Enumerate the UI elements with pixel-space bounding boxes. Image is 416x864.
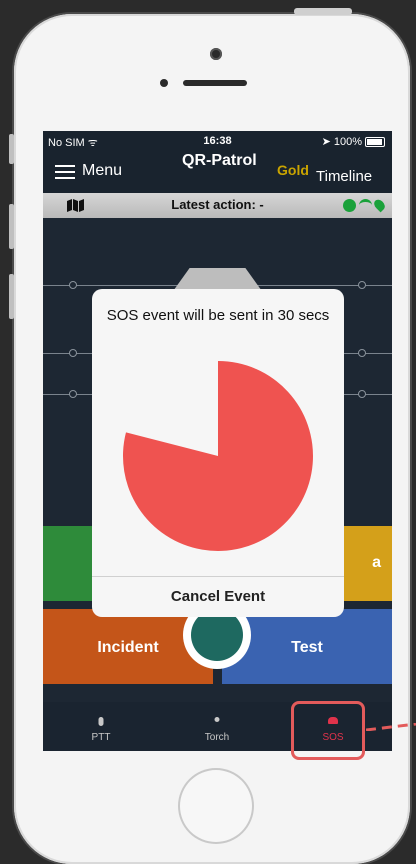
node-dot bbox=[358, 349, 366, 357]
earpiece-speaker bbox=[183, 80, 247, 86]
plan-badge: Gold bbox=[277, 162, 309, 178]
timeline-button[interactable]: Timeline bbox=[316, 168, 372, 185]
node-dot bbox=[358, 281, 366, 289]
countdown-pie bbox=[122, 361, 313, 551]
menu-button[interactable]: Menu bbox=[82, 162, 122, 180]
countdown-pie-slice bbox=[122, 361, 313, 551]
node-dot bbox=[69, 390, 77, 398]
latest-action-text: Latest action: - bbox=[171, 197, 264, 212]
wifi-status-icon bbox=[359, 198, 372, 212]
proximity-sensor bbox=[160, 79, 168, 87]
latest-action-bar: Latest action: - bbox=[43, 193, 392, 218]
cancel-event-button[interactable]: Cancel Event bbox=[92, 577, 344, 617]
connection-status bbox=[343, 197, 387, 213]
mute-switch bbox=[9, 134, 14, 164]
volume-down-button bbox=[9, 274, 14, 319]
volume-up-button bbox=[9, 204, 14, 249]
dialog-title: SOS event will be sent in 30 secs bbox=[106, 307, 330, 324]
sos-highlight-box bbox=[291, 701, 365, 760]
front-camera bbox=[210, 48, 222, 60]
battery-label: ➤ 100% bbox=[321, 136, 362, 148]
microphone-icon bbox=[98, 717, 104, 726]
torch-icon bbox=[214, 717, 220, 722]
sos-countdown-dialog: SOS event will be sent in 30 secs Cancel… bbox=[92, 289, 344, 617]
check-circle-icon bbox=[343, 198, 356, 212]
hamburger-icon[interactable] bbox=[55, 165, 75, 179]
power-button bbox=[294, 8, 352, 15]
tab-torch[interactable]: Torch bbox=[159, 702, 275, 751]
node-dot bbox=[69, 281, 77, 289]
node-dot bbox=[69, 349, 77, 357]
app-title: QR-Patrol bbox=[182, 152, 257, 169]
app-screen: No SIM ᯤ 16:38 ➤ 100% Menu QR-Patrol Gol… bbox=[43, 131, 392, 751]
node-dot bbox=[358, 390, 366, 398]
nav-bar: Menu QR-Patrol Gold Timeline bbox=[43, 151, 392, 193]
battery-icon bbox=[365, 137, 385, 147]
tab-ptt[interactable]: PTT bbox=[43, 702, 159, 751]
callout-arrow bbox=[366, 723, 416, 731]
home-button[interactable] bbox=[178, 768, 254, 844]
status-bar: No SIM ᯤ 16:38 ➤ 100% bbox=[43, 131, 392, 151]
location-arrow-icon: ➤ bbox=[321, 136, 331, 148]
